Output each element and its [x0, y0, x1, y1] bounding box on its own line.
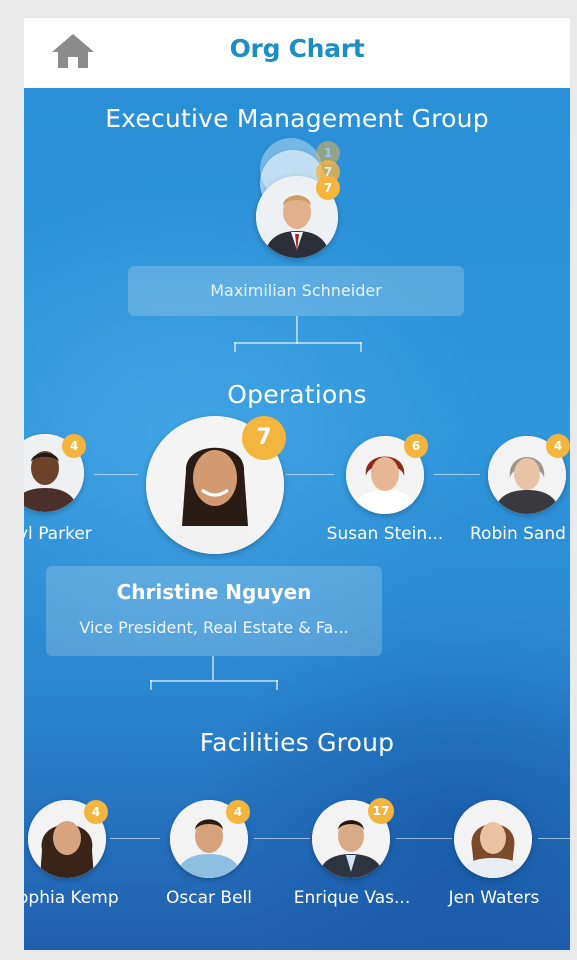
connector-line	[212, 656, 214, 680]
direct-reports-badge: 4	[62, 434, 86, 458]
connector-line	[296, 316, 298, 344]
connector-line	[150, 680, 152, 690]
avatar-jen-waters[interactable]	[454, 800, 532, 878]
person-name: ophia Kemp	[24, 888, 119, 908]
person-name: Enrique Vas...	[293, 888, 411, 908]
page-title: Org Chart	[229, 34, 365, 63]
direct-reports-badge: 17	[368, 798, 394, 824]
stack-badge-3: 7	[316, 176, 340, 200]
person-card-maximilian[interactable]: Maximilian Schneider	[128, 266, 464, 316]
person-name: Christine Nguyen	[116, 580, 312, 604]
connector-line	[286, 474, 334, 475]
person-card-christine[interactable]: Christine Nguyen Vice President, Real Es…	[46, 566, 382, 656]
direct-reports-badge: 4	[84, 800, 108, 824]
person-name: Robin Sand	[470, 524, 566, 544]
connector-line	[94, 474, 138, 475]
group-title-executive: Executive Management Group	[105, 104, 489, 133]
person-name: Jen Waters	[448, 888, 540, 908]
connector-line	[538, 838, 570, 839]
person-photo-icon	[454, 800, 532, 878]
person-name: Susan Stein...	[326, 524, 444, 544]
connector-line	[360, 342, 362, 352]
connector-line	[234, 342, 362, 344]
person-name: Maximilian Schneider	[210, 281, 382, 300]
connector-line	[254, 838, 310, 839]
person-name: yl Parker	[24, 524, 92, 544]
connector-line	[276, 680, 278, 690]
app-screen: Org Chart Executive Management Group 1 7…	[24, 18, 570, 950]
group-title-operations: Operations	[227, 380, 367, 409]
direct-reports-badge: 4	[226, 800, 250, 824]
connector-line	[396, 838, 452, 839]
connector-line	[110, 838, 160, 839]
connector-line	[234, 342, 236, 352]
connector-line	[150, 680, 278, 682]
direct-reports-badge: 6	[404, 434, 428, 458]
header-bar: Org Chart	[24, 18, 570, 88]
person-role: Vice President, Real Estate & Fa...	[79, 618, 349, 637]
person-name: Oscar Bell	[166, 888, 252, 908]
direct-reports-badge: 7	[242, 416, 286, 460]
org-chart-canvas[interactable]: Executive Management Group 1 7 7 Maximil…	[24, 88, 570, 950]
group-title-facilities: Facilities Group	[199, 728, 395, 757]
direct-reports-badge: 4	[546, 434, 570, 458]
connector-line	[434, 474, 480, 475]
